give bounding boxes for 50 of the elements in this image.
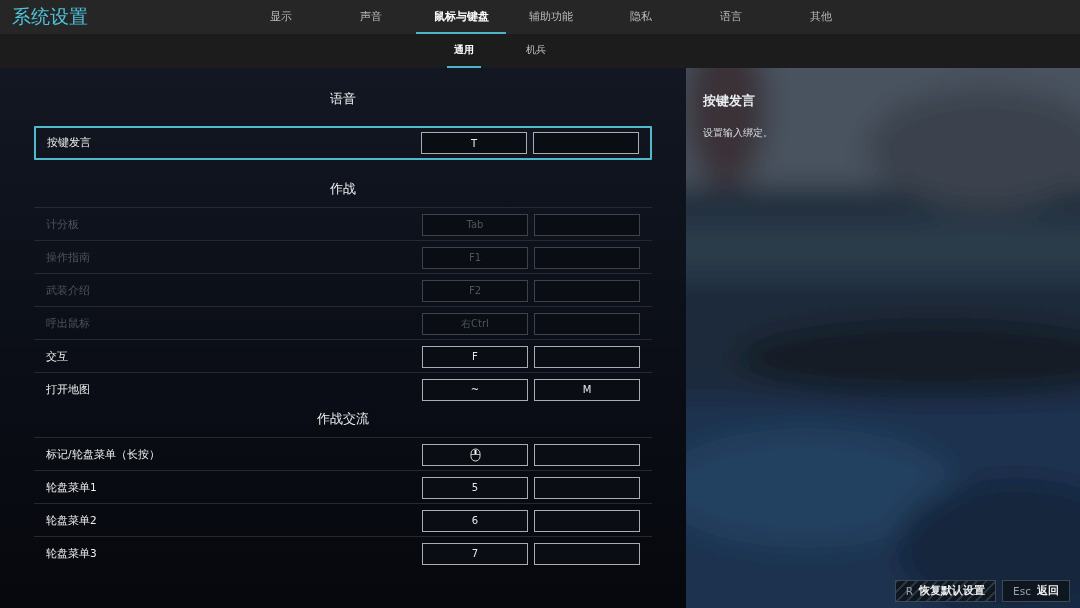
binding-row[interactable]: 轮盘菜单3 7 — [34, 536, 652, 570]
footer-button[interactable]: Esc 返回 — [1002, 580, 1070, 602]
detail-title: 按键发言 — [703, 92, 756, 110]
settings-tab[interactable]: 语言 — [686, 0, 776, 34]
mouse-icon — [469, 447, 481, 462]
binding-row[interactable]: 轮盘菜单2 6 — [34, 503, 652, 537]
action-label: 轮盘菜单2 — [46, 513, 98, 528]
action-label: 交互 — [46, 349, 69, 364]
action-label: 计分板 — [46, 217, 80, 232]
key-binding-button[interactable]: M — [534, 378, 640, 401]
empty-binding-button[interactable] — [534, 509, 640, 532]
footer-label: 返回 — [1037, 584, 1059, 598]
section-heading: 作战交流 — [317, 410, 369, 428]
binding-row[interactable]: 标记/轮盘菜单（长按） — [34, 437, 652, 471]
key-binding-button[interactable] — [422, 443, 528, 466]
binding-row[interactable]: 交互 F — [34, 339, 652, 373]
empty-binding-button[interactable] — [534, 476, 640, 499]
action-label: 呼出鼠标 — [46, 316, 91, 331]
empty-binding-button[interactable] — [534, 443, 640, 466]
key-binding-button[interactable]: ~ — [422, 378, 528, 401]
key-binding-button[interactable]: 7 — [422, 542, 528, 565]
settings-tab[interactable]: 辅助功能 — [506, 0, 596, 34]
empty-binding-button[interactable] — [534, 542, 640, 565]
empty-binding-button[interactable] — [533, 132, 639, 154]
binding-row[interactable]: 按键发言 T — [34, 126, 652, 160]
key-binding-button[interactable]: 6 — [422, 509, 528, 532]
footer-label: 恢复默认设置 — [919, 584, 986, 598]
action-label: 打开地图 — [46, 382, 91, 397]
detail-description: 设置输入绑定。 — [703, 126, 774, 140]
footer-button[interactable]: R 恢复默认设置 — [894, 580, 997, 602]
key-binding-button[interactable]: F — [422, 345, 528, 368]
section-heading: 语音 — [330, 90, 356, 108]
sub-tab[interactable]: 机兵 — [519, 34, 553, 68]
window-title: 系统设置 — [11, 4, 89, 29]
key-hint: R — [905, 585, 914, 597]
settings-tab[interactable]: 声音 — [326, 0, 416, 34]
key-hint: Esc — [1013, 585, 1031, 597]
action-label: 标记/轮盘菜单（长按） — [46, 447, 161, 462]
settings-tab[interactable]: 显示 — [236, 0, 326, 34]
key-binding-button[interactable]: T — [421, 132, 527, 154]
action-label: 轮盘菜单3 — [46, 546, 98, 561]
binding-row[interactable]: 轮盘菜单1 5 — [34, 470, 652, 504]
empty-binding-button[interactable] — [534, 345, 640, 368]
settings-tab[interactable]: 其他 — [776, 0, 866, 34]
action-label: 轮盘菜单1 — [46, 480, 98, 495]
action-label: 按键发言 — [47, 136, 92, 150]
section-heading: 作战 — [330, 180, 356, 198]
binding-row[interactable]: 打开地图 ~ M — [34, 372, 652, 406]
key-binding-button[interactable]: 5 — [422, 476, 528, 499]
settings-tab[interactable]: 隐私 — [596, 0, 686, 34]
